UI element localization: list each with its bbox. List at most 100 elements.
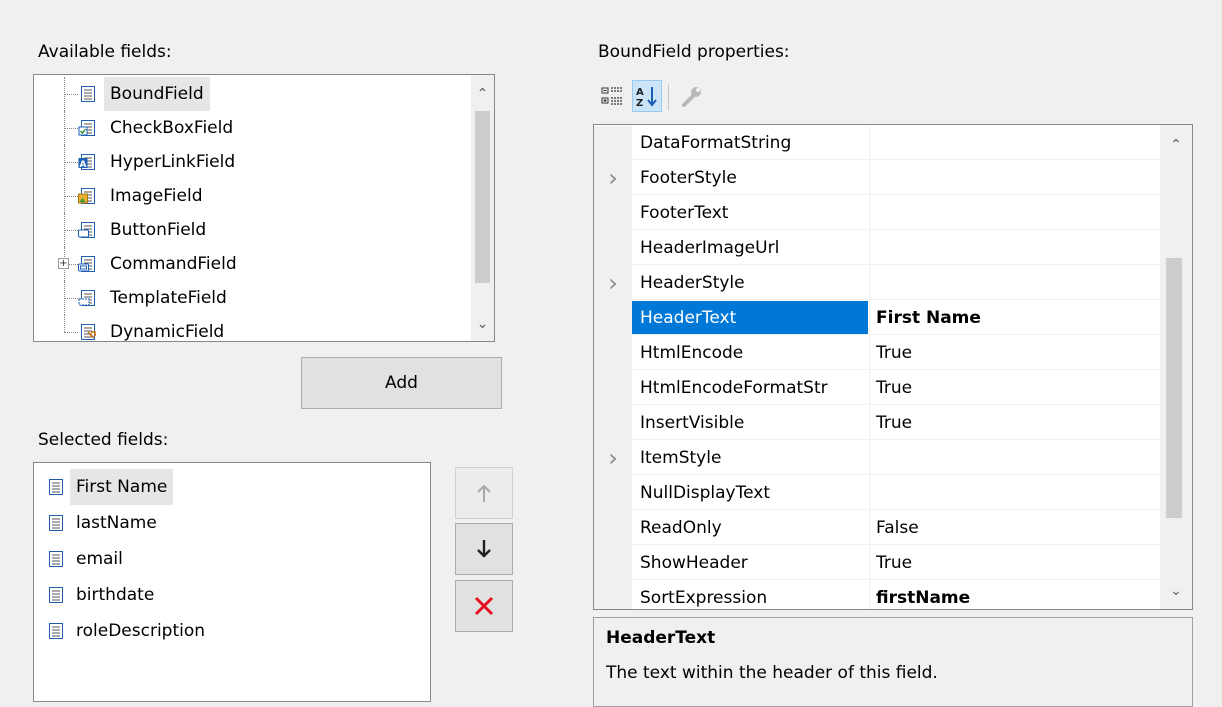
- property-value[interactable]: True: [869, 546, 1160, 580]
- property-row-margin: [594, 546, 632, 581]
- property-value[interactable]: firstName: [869, 581, 1160, 609]
- property-row-margin: [594, 406, 632, 441]
- scroll-thumb[interactable]: [1166, 258, 1182, 518]
- expand-chevron-icon[interactable]: ›: [594, 441, 632, 476]
- property-name: ReadOnly: [632, 511, 868, 545]
- scroll-up-icon[interactable]: ⌃: [1160, 130, 1192, 160]
- property-name: HeaderText: [632, 301, 868, 335]
- property-value[interactable]: [869, 161, 1160, 195]
- expand-chevron-icon[interactable]: ›: [594, 266, 632, 301]
- available-fields-scrollbar[interactable]: ⌃ ⌄: [471, 75, 494, 341]
- property-name: HeaderImageUrl: [632, 231, 868, 265]
- available-field-item[interactable]: CheckBoxField: [34, 111, 471, 145]
- property-pages-button[interactable]: [676, 80, 706, 112]
- available-fields-tree[interactable]: BoundField CheckBoxField A HyperLinkField Im…: [33, 74, 495, 342]
- available-fields-list: BoundField CheckBoxField A HyperLinkField Im…: [34, 77, 471, 342]
- alphabetical-button[interactable]: A Z: [632, 80, 662, 112]
- expand-icon[interactable]: +: [58, 258, 69, 269]
- property-row[interactable]: ShowHeader True: [594, 546, 1160, 581]
- property-value[interactable]: [869, 196, 1160, 230]
- property-row[interactable]: HtmlEncode True: [594, 336, 1160, 371]
- move-down-button[interactable]: [455, 523, 513, 575]
- selected-fields-list[interactable]: First Name lastName email birthdate roleDesc…: [33, 462, 431, 702]
- move-up-button[interactable]: [455, 467, 513, 519]
- available-fields-label: Available fields:: [38, 42, 172, 62]
- property-value[interactable]: [869, 476, 1160, 510]
- selected-field-icon: [49, 587, 63, 603]
- selected-field-icon: [49, 551, 63, 567]
- available-field-item[interactable]: A HyperLinkField: [34, 145, 471, 179]
- property-row-margin: [594, 511, 632, 546]
- property-value[interactable]: [869, 231, 1160, 265]
- tree-connector: [64, 332, 78, 333]
- selected-field-label: First Name: [70, 469, 174, 505]
- svg-text:Z: Z: [636, 98, 643, 109]
- toolbar-separator: [668, 84, 669, 110]
- available-field-label: ButtonField: [110, 220, 207, 240]
- commandfield-icon: [78, 256, 95, 272]
- property-value[interactable]: [869, 126, 1160, 160]
- property-name: DataFormatString: [632, 126, 868, 160]
- add-button[interactable]: Add: [301, 357, 502, 409]
- scroll-down-icon[interactable]: ⌄: [1160, 576, 1192, 606]
- wrench-icon: [682, 87, 701, 107]
- property-name: FooterStyle: [632, 161, 868, 195]
- available-field-label: CheckBoxField: [110, 118, 234, 138]
- property-name: HeaderStyle: [632, 266, 868, 300]
- property-row[interactable]: HeaderText First Name: [594, 301, 1160, 336]
- property-value[interactable]: True: [869, 336, 1160, 370]
- selected-field-icon: [49, 479, 63, 495]
- description-title: HeaderText: [606, 628, 716, 648]
- svg-text:A: A: [80, 160, 87, 170]
- property-value[interactable]: True: [869, 371, 1160, 405]
- property-value[interactable]: False: [869, 511, 1160, 545]
- available-field-item[interactable]: DynamicField: [34, 315, 471, 342]
- delete-button[interactable]: [455, 580, 513, 632]
- property-row[interactable]: HtmlEncodeFormatStr True: [594, 371, 1160, 406]
- property-rows: DataFormatString › FooterStyle FooterText He…: [594, 125, 1160, 609]
- available-field-item[interactable]: ButtonField: [34, 213, 471, 247]
- scroll-down-icon[interactable]: ⌄: [471, 309, 494, 339]
- property-row[interactable]: NullDisplayText: [594, 476, 1160, 511]
- description-text: The text within the header of this field…: [606, 663, 938, 683]
- property-row[interactable]: DataFormatString: [594, 126, 1160, 161]
- property-row[interactable]: › FooterStyle: [594, 161, 1160, 196]
- property-value[interactable]: [869, 266, 1160, 300]
- available-field-item[interactable]: TemplateField: [34, 281, 471, 315]
- scroll-up-icon[interactable]: ⌃: [471, 79, 494, 109]
- dynamicfield-icon: [81, 324, 96, 340]
- property-name: HtmlEncodeFormatStr: [632, 371, 868, 405]
- categorized-button[interactable]: [598, 80, 628, 112]
- delete-icon: [474, 596, 494, 616]
- available-field-item[interactable]: + CommandField: [34, 247, 471, 281]
- property-row-margin: [594, 371, 632, 406]
- property-row[interactable]: HeaderImageUrl: [594, 231, 1160, 266]
- property-row[interactable]: InsertVisible True: [594, 406, 1160, 441]
- property-name: InsertVisible: [632, 406, 868, 440]
- property-grid-scrollbar[interactable]: ⌃ ⌄: [1160, 125, 1192, 609]
- available-field-item[interactable]: BoundField: [34, 77, 471, 111]
- available-field-label: TemplateField: [110, 288, 227, 308]
- alphabetical-icon: A Z: [636, 87, 657, 109]
- property-name: SortExpression: [632, 581, 868, 609]
- available-field-label: DynamicField: [110, 322, 225, 342]
- arrow-up-icon: [477, 484, 491, 502]
- expand-chevron-icon[interactable]: ›: [594, 161, 632, 196]
- property-row[interactable]: ReadOnly False: [594, 511, 1160, 546]
- available-field-item[interactable]: ImageField: [34, 179, 471, 213]
- property-value[interactable]: True: [869, 406, 1160, 440]
- property-grid[interactable]: DataFormatString › FooterStyle FooterText He…: [593, 124, 1193, 610]
- hyperlinkfield-icon: A: [78, 154, 95, 170]
- property-row[interactable]: › ItemStyle: [594, 441, 1160, 476]
- checkboxfield-icon: [78, 120, 95, 136]
- property-value[interactable]: [869, 441, 1160, 475]
- tree-connector: [64, 230, 78, 231]
- available-field-label: ImageField: [110, 186, 203, 206]
- scroll-thumb[interactable]: [475, 111, 490, 283]
- property-value[interactable]: First Name: [869, 301, 1160, 335]
- tree-connector: [64, 94, 78, 95]
- property-row[interactable]: › HeaderStyle: [594, 266, 1160, 301]
- property-row-margin: [594, 301, 632, 336]
- property-row[interactable]: FooterText: [594, 196, 1160, 231]
- property-row[interactable]: SortExpression firstName: [594, 581, 1160, 609]
